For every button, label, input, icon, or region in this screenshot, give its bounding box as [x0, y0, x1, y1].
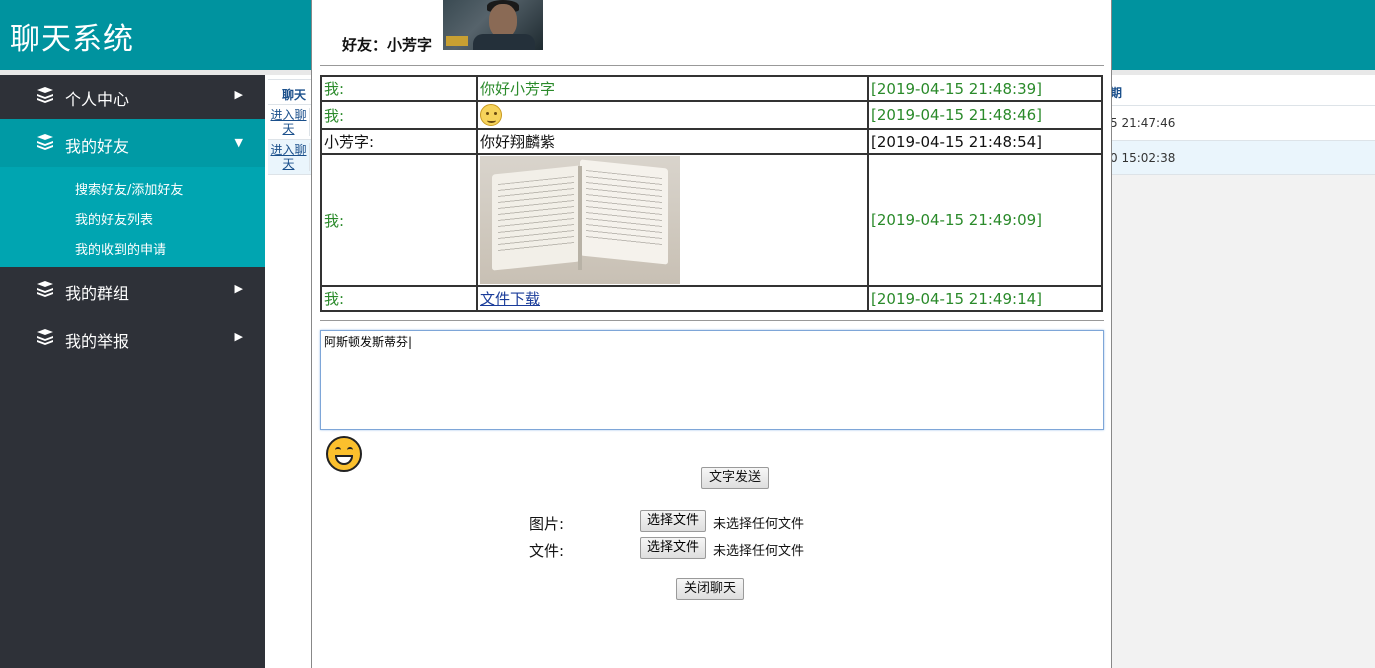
sidebar-item-my-friends[interactable]: 我的好友 ▼: [0, 119, 265, 167]
chat-message-row: 我: [2019-04-15 21:49:09]: [320, 153, 1103, 287]
choose-file-button[interactable]: 选择文件: [640, 537, 707, 559]
image-label: 图片:: [529, 515, 565, 533]
background-table-left: 聊天 进入聊天 进入聊天: [268, 79, 311, 175]
friend-name-label: 好友：小芳字: [342, 36, 433, 54]
message-sender: 小芳字:: [320, 128, 478, 155]
submenu-received-requests[interactable]: 我的收到的申请: [75, 239, 166, 258]
stack-icon: [37, 329, 53, 345]
chevron-right-icon: ▶: [234, 282, 243, 295]
submenu-search-add-friend[interactable]: 搜索好友/添加好友: [75, 179, 183, 198]
sidebar-item-label: 个人中心: [65, 90, 130, 109]
sidebar: 个人中心 ▶ 我的好友 ▼ 搜索好友/添加好友 我的好友列表 我的收到的申请 我…: [0, 75, 265, 668]
chat-dialog: 好友：小芳字 我: 你好小芳字 [2019-04-15 21:48:39] 我:…: [311, 0, 1112, 668]
app-title: 聊天系统: [10, 22, 134, 57]
message-image[interactable]: [480, 156, 680, 284]
choose-image-button[interactable]: 选择文件: [640, 510, 707, 532]
sidebar-item-personal-center[interactable]: 个人中心 ▶: [0, 75, 265, 119]
stack-icon: [37, 87, 53, 103]
background-area: [1110, 175, 1375, 668]
message-content: [476, 100, 869, 130]
message-content: 你好翔麟紫: [476, 128, 869, 155]
message-content: 你好小芳字: [476, 75, 869, 102]
message-input[interactable]: [320, 330, 1104, 430]
message-sender: 我:: [320, 285, 478, 312]
message-time: [2019-04-15 21:48:46]: [867, 100, 1103, 130]
enter-chat-link[interactable]: 进入聊天: [268, 143, 310, 171]
message-content: [476, 153, 869, 287]
submenu-friend-list[interactable]: 我的好友列表: [75, 209, 153, 228]
table-row: 进入聊天: [268, 105, 311, 140]
emoji-picker-icon[interactable]: [326, 436, 362, 472]
file-status: 未选择任何文件: [713, 544, 805, 559]
friends-submenu: 搜索好友/添加好友 我的好友列表 我的收到的申请: [0, 167, 265, 267]
message-time: [2019-04-15 21:48:39]: [867, 75, 1103, 102]
background-table-right: 期 5 21:47:46 0 15:02:38: [1110, 79, 1375, 175]
friend-avatar: [443, 0, 543, 50]
divider: [320, 320, 1104, 321]
message-time: [2019-04-15 21:49:14]: [867, 285, 1103, 312]
message-sender: 我:: [320, 75, 478, 102]
chat-message-row: 小芳字: 你好翔麟紫 [2019-04-15 21:48:54]: [320, 128, 1103, 155]
stack-icon: [37, 134, 53, 150]
chat-message-row: 我: 你好小芳字 [2019-04-15 21:48:39]: [320, 75, 1103, 102]
table-cell-date: 0 15:02:38: [1110, 140, 1375, 175]
image-file-status: 未选择任何文件: [713, 517, 805, 532]
table-header-chat: 聊天: [268, 79, 311, 105]
chat-message-row: 我: [2019-04-15 21:48:46]: [320, 100, 1103, 130]
chevron-right-icon: ▶: [234, 330, 243, 343]
message-sender: 我:: [320, 153, 478, 287]
stack-icon: [37, 281, 53, 297]
chevron-down-icon: ▼: [234, 136, 243, 149]
divider: [320, 65, 1104, 66]
table-header-date: 期: [1110, 86, 1123, 100]
chevron-right-icon: ▶: [234, 88, 243, 101]
message-time: [2019-04-15 21:49:09]: [867, 153, 1103, 287]
message-sender: 我:: [320, 100, 478, 130]
file-download-link[interactable]: 文件下载: [480, 290, 540, 308]
sidebar-item-my-groups[interactable]: 我的群组 ▶: [0, 269, 265, 313]
close-chat-button[interactable]: 关闭聊天: [676, 578, 745, 600]
chat-history-table: 我: 你好小芳字 [2019-04-15 21:48:39] 我: [2019-…: [320, 75, 1103, 312]
chat-message-row: 我: 文件下载 [2019-04-15 21:49:14]: [320, 285, 1103, 312]
enter-chat-link[interactable]: 进入聊天: [268, 108, 310, 136]
sidebar-item-label: 我的好友: [65, 137, 130, 156]
sidebar-item-my-reports[interactable]: 我的举报 ▶: [0, 317, 265, 361]
send-text-button[interactable]: 文字发送: [701, 467, 770, 489]
table-cell-date: 5 21:47:46: [1110, 105, 1375, 140]
message-content: 文件下载: [476, 285, 869, 312]
sidebar-item-label: 我的举报: [65, 332, 130, 351]
table-row: 进入聊天: [268, 140, 311, 175]
emoji-face-icon: [480, 104, 502, 126]
sidebar-item-label: 我的群组: [65, 284, 130, 303]
message-time: [2019-04-15 21:48:54]: [867, 128, 1103, 155]
file-label: 文件:: [529, 542, 565, 560]
